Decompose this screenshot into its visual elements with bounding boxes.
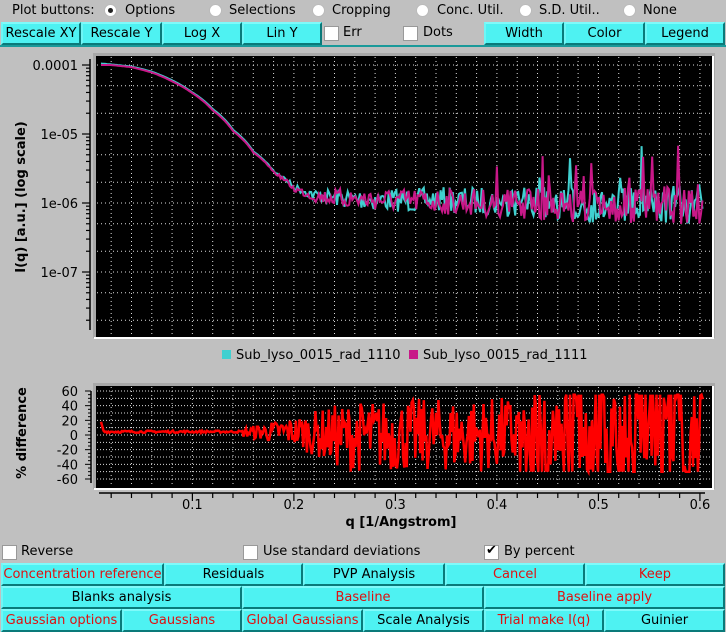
dots-checkbox[interactable] xyxy=(403,26,418,41)
radio-selections[interactable] xyxy=(209,4,222,17)
rescale-y-button[interactable]: Rescale Y xyxy=(81,22,162,45)
use-std-dev-checkbox[interactable] xyxy=(243,545,258,560)
cancel-button[interactable]: Cancel xyxy=(445,563,585,586)
radio-sd-util[interactable] xyxy=(519,4,532,17)
y-axis-label: I(q) [a.u.] (log scale) xyxy=(14,121,29,272)
x-tick-label: 0.6 xyxy=(690,498,711,513)
x-tick-label: 0.4 xyxy=(487,498,508,513)
radio-options[interactable] xyxy=(104,4,117,17)
gaussians-button[interactable]: Gaussians xyxy=(122,609,242,632)
radio-none[interactable] xyxy=(623,4,636,17)
log-x-button[interactable]: Log X xyxy=(162,22,242,45)
diff-y-tick-label: 40 xyxy=(61,400,78,415)
gaussian-options-button[interactable]: Gaussian options xyxy=(1,609,122,632)
radio-sd-util-label[interactable]: S.D. Util.. xyxy=(539,3,600,18)
baseline-button[interactable]: Baseline xyxy=(242,586,484,609)
reverse-label: Reverse xyxy=(21,544,74,559)
legend-label-series2: Sub_lyso_0015_rad_1111 xyxy=(423,348,588,363)
diff-y-tick-label: 20 xyxy=(61,414,78,429)
reverse-checkbox[interactable] xyxy=(2,545,17,560)
diff-y-tick-label: 0 xyxy=(70,429,78,444)
blanks-analysis-button[interactable]: Blanks analysis xyxy=(1,586,242,609)
keep-button[interactable]: Keep xyxy=(585,563,725,586)
radio-selections-label[interactable]: Selections xyxy=(229,3,296,18)
lin-y-button[interactable]: Lin Y xyxy=(242,22,322,45)
radio-none-label[interactable]: None xyxy=(643,3,677,18)
by-percent-label: By percent xyxy=(504,544,575,559)
x-tick-label: 0.1 xyxy=(182,498,203,513)
radio-cropping-label[interactable]: Cropping xyxy=(332,3,391,18)
x-tick-label: 0.2 xyxy=(284,498,305,513)
err-checkbox[interactable] xyxy=(324,26,339,41)
pvp-analysis-button[interactable]: PVP Analysis xyxy=(303,563,445,586)
y-tick-label: 1e-05 xyxy=(40,128,78,143)
residuals-button[interactable]: Residuals xyxy=(164,563,303,586)
use-std-dev-label: Use standard deviations xyxy=(263,544,421,559)
radio-conc-util[interactable] xyxy=(416,4,429,17)
concentration-reference-button[interactable]: Concentration reference xyxy=(1,563,164,586)
x-axis-label: q [1/Angstrom] xyxy=(346,515,457,530)
err-label: Err xyxy=(343,25,362,40)
plot-buttons-label: Plot buttons: xyxy=(12,3,95,18)
y-tick-label: 1e-06 xyxy=(40,197,78,212)
baseline-apply-button[interactable]: Baseline apply xyxy=(484,586,725,609)
legend-label-series1: Sub_lyso_0015_rad_1110 xyxy=(236,348,401,363)
scale-analysis-button[interactable]: Scale Analysis xyxy=(363,609,484,632)
radio-conc-util-label[interactable]: Conc. Util. xyxy=(437,3,504,18)
legend-button[interactable]: Legend xyxy=(645,22,725,45)
radio-cropping[interactable] xyxy=(312,4,325,17)
rescale-xy-button[interactable]: Rescale XY xyxy=(1,22,81,45)
dots-label: Dots xyxy=(423,25,453,40)
width-button[interactable]: Width xyxy=(484,22,564,45)
y-tick-label: 1e-07 xyxy=(40,266,78,281)
x-tick-label: 0.3 xyxy=(385,498,406,513)
guinier-button[interactable]: Guinier xyxy=(604,609,725,632)
difference-chart: 6040200-20-40-60 0.1 0.2 0.3 0.4 0.5 0.6 % di… xyxy=(15,383,715,530)
by-percent-checkbox[interactable] xyxy=(484,543,499,560)
global-gaussians-button[interactable]: Global Gaussians xyxy=(242,609,363,632)
color-button[interactable]: Color xyxy=(564,22,645,45)
legend-swatch-series1 xyxy=(222,350,231,359)
diff-y-tick-label: 60 xyxy=(61,385,78,400)
intensity-chart: 0.0001 1e-05 1e-06 1e-07 I(q) [a.u.] (log s… xyxy=(14,53,715,363)
diff-y-tick-label: -20 xyxy=(57,444,78,459)
y-tick-label: 0.0001 xyxy=(33,59,79,74)
x-tick-label: 0.5 xyxy=(588,498,609,513)
radio-options-label[interactable]: Options xyxy=(125,3,175,18)
trial-make-iq-button[interactable]: Trial make I(q) xyxy=(484,609,604,632)
diff-y-tick-label: -60 xyxy=(57,473,78,488)
legend-swatch-series2 xyxy=(409,350,418,359)
plot-buttons-row: Plot buttons: Options Selections Croppin… xyxy=(0,0,726,22)
diff-y-tick-label: -40 xyxy=(57,458,78,473)
diff-y-axis-label: % difference xyxy=(15,387,30,479)
